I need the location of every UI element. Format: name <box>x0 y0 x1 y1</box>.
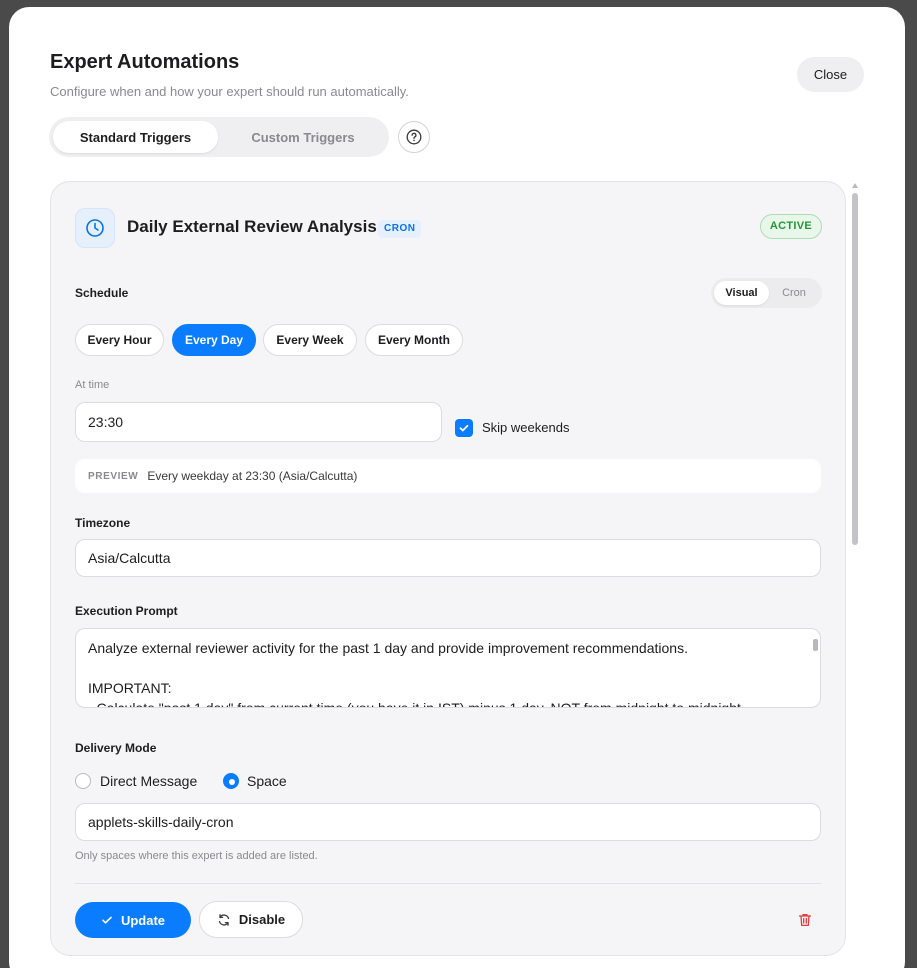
update-button[interactable]: Update <box>75 902 191 938</box>
delete-button[interactable] <box>795 909 815 931</box>
automations-modal: Expert Automations Configure when and ho… <box>9 7 905 968</box>
frequency-every-week[interactable]: Every Week <box>263 324 357 356</box>
prompt-line <box>88 658 808 678</box>
disable-button[interactable]: Disable <box>199 901 303 938</box>
mode-cron-button[interactable]: Cron <box>771 281 817 305</box>
trash-icon <box>798 913 812 927</box>
frequency-every-day[interactable]: Every Day <box>172 324 256 356</box>
automation-icon-box <box>75 208 115 248</box>
textarea-scrollbar-thumb[interactable] <box>813 639 818 651</box>
frequency-every-hour[interactable]: Every Hour <box>75 324 164 356</box>
schedule-mode-toggle: Visual Cron <box>711 278 822 308</box>
timezone-input[interactable]: Asia/Calcutta <box>75 539 821 577</box>
prompt-line: Analyze external reviewer activity for t… <box>88 640 688 656</box>
modal-subtitle: Configure when and how your expert shoul… <box>50 84 409 99</box>
skip-weekends-label[interactable]: Skip weekends <box>482 420 569 435</box>
prompt-line: IMPORTANT: <box>88 680 172 696</box>
preview-text: Every weekday at 23:30 (Asia/Calcutta) <box>147 469 358 483</box>
frequency-every-month[interactable]: Every Month <box>365 324 463 356</box>
type-badge: CRON <box>378 220 422 238</box>
help-circle-icon <box>406 129 422 145</box>
preview-tag: PREVIEW <box>88 470 139 482</box>
execution-prompt-label: Execution Prompt <box>75 604 178 618</box>
help-button[interactable] <box>398 121 430 153</box>
trigger-tabs: Standard Triggers Custom Triggers <box>49 117 389 157</box>
refresh-icon <box>218 913 230 926</box>
modal-title: Expert Automations <box>50 51 240 73</box>
delivery-mode-label: Delivery Mode <box>75 741 157 755</box>
prompt-line: - Calculate "past 1 day" from current ti… <box>88 700 741 708</box>
check-icon <box>459 424 469 432</box>
clock-icon <box>86 219 104 237</box>
time-value: 23:30 <box>88 414 124 430</box>
space-select[interactable]: applets-skills-daily-cron <box>75 803 821 841</box>
tab-standard-triggers[interactable]: Standard Triggers <box>53 121 218 153</box>
actions-divider <box>75 883 821 884</box>
space-value: applets-skills-daily-cron <box>88 814 234 830</box>
radio-direct-message[interactable] <box>75 773 91 789</box>
tab-custom-triggers[interactable]: Custom Triggers <box>221 121 385 153</box>
execution-prompt-textarea[interactable]: Analyze external reviewer activity for t… <box>75 628 821 708</box>
direct-message-label[interactable]: Direct Message <box>100 773 197 789</box>
automation-name: Daily External Review Analysis <box>127 217 377 236</box>
update-label: Update <box>120 912 166 928</box>
space-label[interactable]: Space <box>247 773 287 789</box>
mode-visual-button[interactable]: Visual <box>714 281 769 305</box>
timezone-value: Asia/Calcutta <box>88 550 171 566</box>
skip-weekends-checkbox[interactable] <box>455 419 473 437</box>
close-button[interactable]: Close <box>797 57 864 92</box>
check-icon <box>102 916 112 924</box>
status-badge: ACTIVE <box>760 214 822 239</box>
disable-label: Disable <box>238 912 286 927</box>
time-input[interactable]: 23:30 <box>75 402 442 442</box>
scrollbar-up-arrow[interactable] <box>852 183 858 188</box>
schedule-preview: PREVIEW Every weekday at 23:30 (Asia/Cal… <box>75 459 821 493</box>
radio-space[interactable] <box>223 773 239 789</box>
at-time-label: At time <box>75 379 110 391</box>
scrollbar-thumb[interactable] <box>852 193 858 545</box>
space-hint: Only spaces where this expert is added a… <box>75 850 318 862</box>
timezone-label: Timezone <box>75 516 131 530</box>
automation-card: Daily External Review Analysis CRON ACTI… <box>50 181 846 956</box>
schedule-label: Schedule <box>75 286 129 300</box>
